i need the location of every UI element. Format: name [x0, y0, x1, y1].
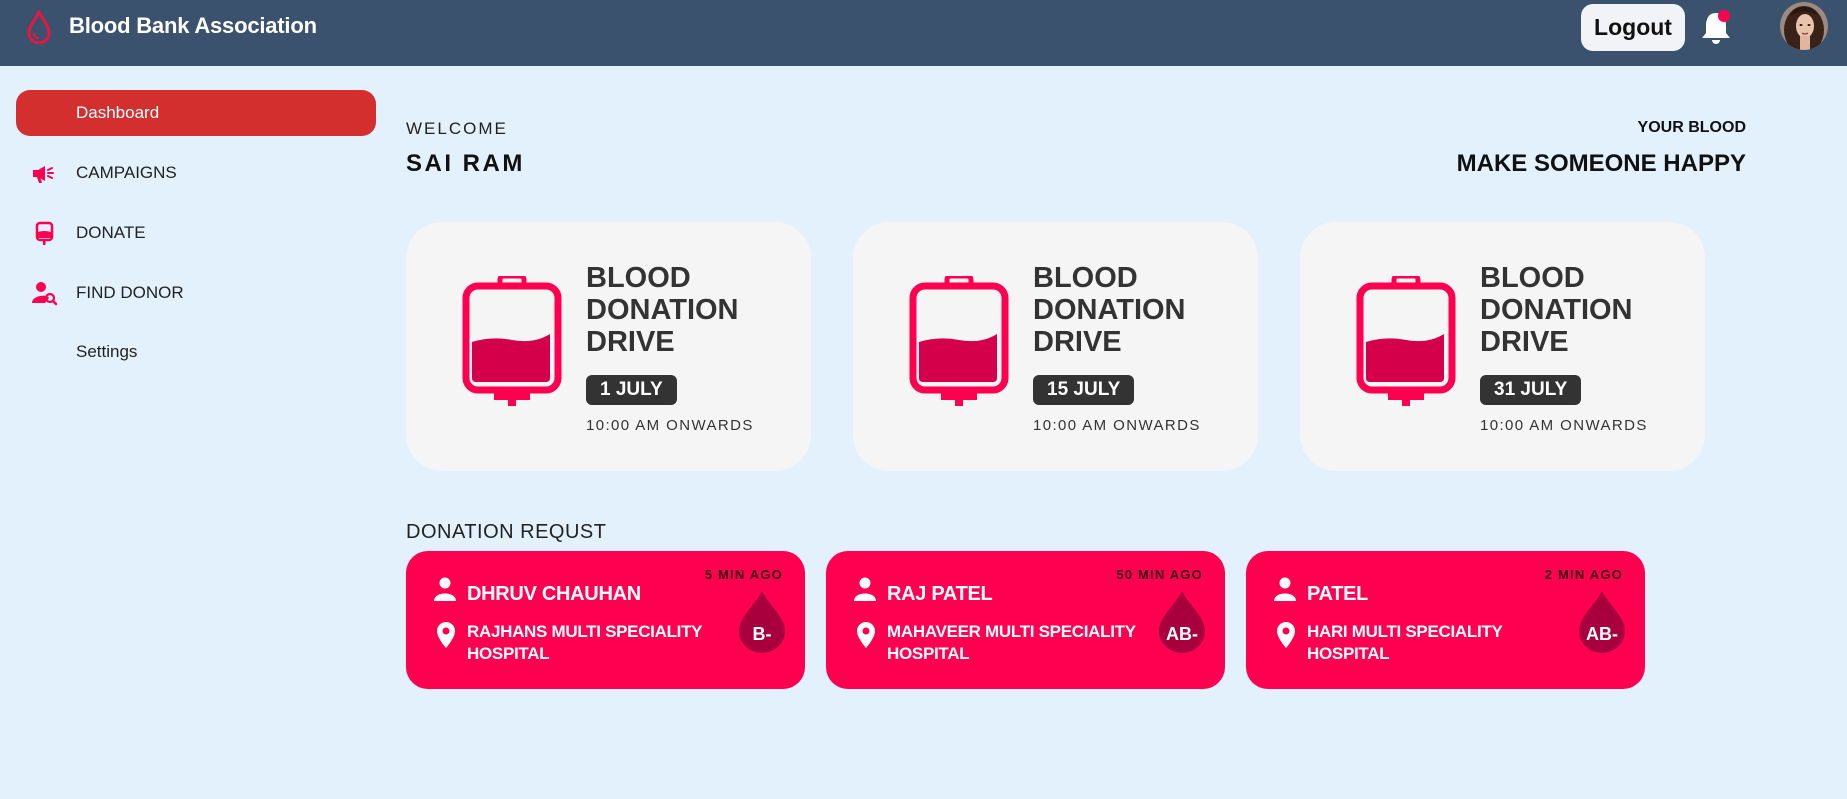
drive-card[interactable]: BLOOD DONATION DRIVE 15 JULY 10:00 AM ON… — [853, 222, 1258, 471]
requester-name: DHRUV CHAUHAN — [467, 583, 641, 605]
avatar[interactable] — [1780, 2, 1828, 50]
hospital-name: HARI MULTI SPECIALITY HOSPITAL — [1307, 622, 1503, 663]
sidebar-item-label: DONATE — [76, 223, 146, 242]
user-search-icon — [32, 282, 58, 306]
app-title: Blood Bank Association — [69, 13, 317, 38]
requester-name: PATEL — [1307, 583, 1369, 605]
sidebar-item-donate[interactable]: DONATE — [16, 210, 376, 256]
tagline-top: YOUR BLOOD — [1637, 119, 1746, 136]
sidebar-item-dashboard[interactable]: Dashboard — [16, 90, 376, 136]
bell-icon[interactable] — [1697, 7, 1735, 47]
blood-drop-icon — [27, 10, 51, 44]
sidebar-item-label: FIND DONOR — [76, 283, 184, 302]
person-icon — [434, 577, 456, 601]
welcome-label: WELCOME — [406, 119, 508, 138]
blood-bag-icon — [909, 276, 1009, 406]
sidebar-item-settings[interactable]: Settings — [16, 329, 376, 375]
user-name: SAI RAM — [406, 150, 525, 177]
top-bar: Blood Bank Association Logout — [0, 0, 1847, 66]
drive-card[interactable]: BLOOD DONATION DRIVE 1 JULY 10:00 AM ONW… — [406, 222, 811, 471]
blood-group: AB- — [1166, 624, 1198, 644]
hospital-name: RAJHANS MULTI SPECIALITY HOSPITAL — [467, 622, 702, 663]
blood-group: B- — [752, 624, 772, 644]
drive-title: BLOOD DONATION DRIVE — [586, 262, 739, 358]
location-pin-icon — [437, 622, 455, 648]
person-icon — [1274, 577, 1296, 601]
person-icon — [854, 577, 876, 601]
request-card[interactable]: 50 MIN AGO RAJ PATEL MAHAVEER MULTI SPEC… — [826, 551, 1225, 689]
location-pin-icon — [857, 622, 875, 648]
drive-time: 10:00 AM ONWARDS — [1480, 417, 1648, 434]
blood-bag-icon — [35, 221, 54, 245]
blood-bag-icon — [462, 276, 562, 406]
sidebar: Dashboard CAMPAIGNS DONATE FIND DONOR Se… — [0, 66, 390, 799]
drive-date-badge: 15 JULY — [1033, 375, 1135, 405]
request-card[interactable]: 2 MIN AGO PATEL HARI MULTI SPECIALITY HO… — [1246, 551, 1645, 689]
blood-bag-icon — [1356, 276, 1456, 406]
drive-time: 10:00 AM ONWARDS — [1033, 417, 1201, 434]
blood-group: AB- — [1586, 624, 1618, 644]
sidebar-item-find-donor[interactable]: FIND DONOR — [16, 270, 376, 316]
megaphone-icon — [33, 166, 54, 183]
location-pin-icon — [1277, 622, 1295, 648]
request-time-ago: 2 MIN AGO — [1544, 567, 1623, 582]
hospital-name: MAHAVEER MULTI SPECIALITY HOSPITAL — [887, 622, 1136, 663]
request-card[interactable]: 5 MIN AGO DHRUV CHAUHAN RAJHANS MULTI SP… — [406, 551, 805, 689]
drive-card[interactable]: BLOOD DONATION DRIVE 31 JULY 10:00 AM ON… — [1300, 222, 1705, 471]
drive-time: 10:00 AM ONWARDS — [586, 417, 754, 434]
tagline-main: MAKE SOMEONE HAPPY — [1456, 150, 1746, 177]
request-time-ago: 50 MIN AGO — [1116, 567, 1203, 582]
sidebar-item-label: CAMPAIGNS — [76, 163, 177, 182]
avatar-image — [1780, 2, 1828, 50]
logout-button[interactable]: Logout — [1581, 4, 1685, 51]
requests-heading: DONATION REQUST — [406, 521, 607, 543]
requester-name: RAJ PATEL — [887, 583, 993, 605]
request-time-ago: 5 MIN AGO — [704, 567, 783, 582]
drive-date-badge: 1 JULY — [586, 375, 677, 405]
sidebar-item-campaigns[interactable]: CAMPAIGNS — [16, 150, 376, 196]
drive-title: BLOOD DONATION DRIVE — [1033, 262, 1186, 358]
sidebar-item-label: Dashboard — [76, 103, 160, 122]
sidebar-item-label: Settings — [76, 342, 138, 361]
drive-title: BLOOD DONATION DRIVE — [1480, 262, 1633, 358]
drive-date-badge: 31 JULY — [1480, 375, 1582, 405]
